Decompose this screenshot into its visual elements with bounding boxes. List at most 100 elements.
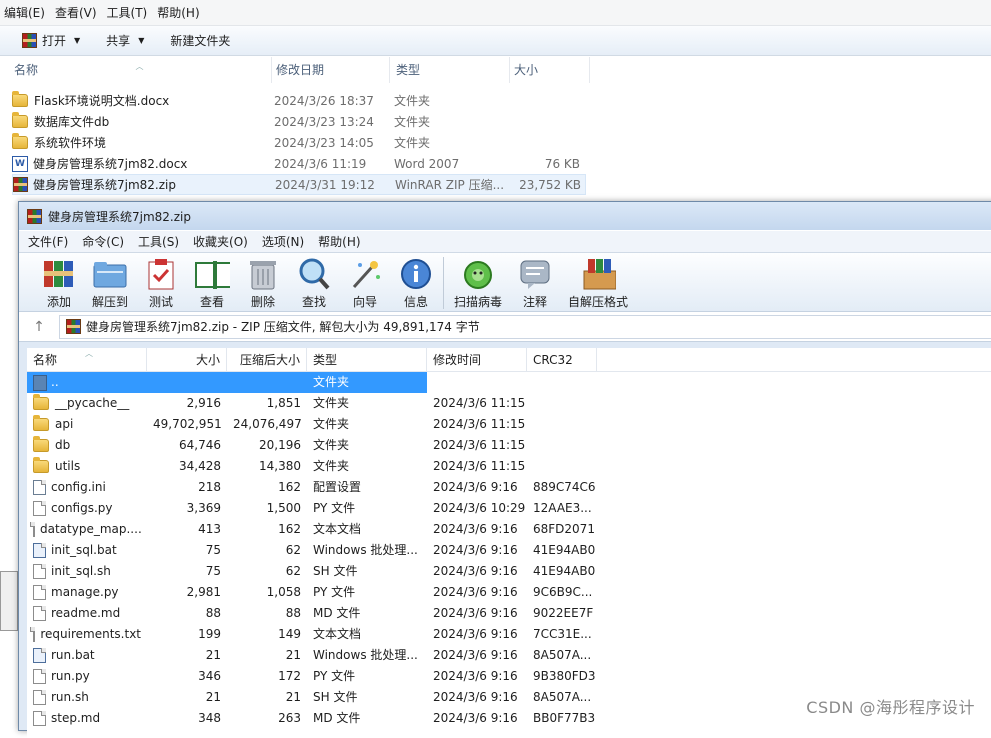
table-row[interactable]: init_sql.sh7562SH 文件2024/3/6 9:1641E94AB… [27,561,991,582]
cell-time: 2024/3/6 9:16 [427,519,527,540]
table-row-selected[interactable]: ..文件夹 [27,372,991,393]
col-date[interactable]: 修改日期 [272,57,390,83]
cell-time: 2024/3/6 10:29 [427,498,527,519]
cell-crc: 9022EE7F [527,603,597,624]
menu-options[interactable]: 选项(N) [253,233,309,250]
magic-wand-icon [347,257,383,291]
cell-name: .. [27,372,147,393]
cell-packed: 20,196 [227,435,307,456]
cell-crc: 41E94AB0 [527,561,597,582]
winrar-toolbar: 添加 解压到 测试 查看 删除 [19,252,991,312]
comment-button[interactable]: 注释 [517,257,553,310]
list-item[interactable]: 数据库文件db 2024/3/23 13:24 文件夹 [12,111,586,132]
table-row[interactable]: init_sql.bat7562Windows 批处理...2024/3/6 9… [27,540,991,561]
winrar-menubar: 文件(F) 命令(C) 工具(S) 收藏夹(O) 选项(N) 帮助(H) [19,230,991,252]
menu-edit[interactable]: 编辑(E) [0,4,51,21]
cell-time: 2024/3/6 11:15 [427,456,527,477]
wizard-button[interactable]: 向导 [347,257,383,310]
col-crc32[interactable]: CRC32 [527,348,597,371]
col-type[interactable]: 类型 [390,57,510,83]
archive-path-field[interactable]: 健身房管理系统7jm82.zip - ZIP 压缩文件, 解包大小为 49,89… [59,315,991,339]
cell-size: 64,746 [147,435,227,456]
cell-size: 2,981 [147,582,227,603]
table-row[interactable]: requirements.txt199149文本文档2024/3/6 9:167… [27,624,991,645]
cell-name: manage.py [27,582,147,603]
cell-crc: 8A507A... [527,645,597,666]
cell-time: 2024/3/6 11:15 [427,393,527,414]
cell-crc: 889C74C6 [527,477,597,498]
arrow-up-icon[interactable]: ↑ [19,319,59,335]
test-button[interactable]: 测试 [143,257,179,310]
col-packed[interactable]: 压缩后大小 [227,348,307,371]
folder-icon [12,136,28,149]
menu-file[interactable]: 文件(F) [19,233,73,250]
scan-virus-button[interactable]: 扫描病毒 [454,257,502,310]
new-folder-button[interactable]: 新建文件夹 [162,29,238,53]
col-size[interactable]: 大小 [147,348,227,371]
col-modified[interactable]: 修改时间 [427,348,527,371]
list-item-selected[interactable]: 健身房管理系统7jm82.zip 2024/3/31 19:12 WinRAR … [12,174,586,195]
sfx-button[interactable]: 自解压格式 [568,257,628,310]
cell-name: run.bat [27,645,147,666]
cell-type: Windows 批处理... [307,645,427,666]
table-row[interactable]: __pycache__2,9161,851文件夹2024/3/6 11:15 [27,393,991,414]
menu-help[interactable]: 帮助(H) [309,233,365,250]
extract-to-button[interactable]: 解压到 [92,257,128,310]
list-item[interactable]: 系统软件环境 2024/3/23 14:05 文件夹 [12,132,586,153]
table-row[interactable]: run.py346172PY 文件2024/3/6 9:169B380FD3 [27,666,991,687]
archive-column-header: 名称︿ 大小 压缩后大小 类型 修改时间 CRC32 [27,348,991,372]
cell-crc: 12AAE3... [527,498,597,519]
menu-tools[interactable]: 工具(T) [103,4,154,21]
view-button[interactable]: 查看 [194,257,230,310]
toolbar-separator [443,257,444,309]
table-row[interactable]: datatype_map....413162文本文档2024/3/6 9:166… [27,519,991,540]
cell-name: api [27,414,147,435]
table-row[interactable]: db64,74620,196文件夹2024/3/6 11:15 [27,435,991,456]
table-row[interactable]: config.ini218162配置设置2024/3/6 9:16889C74C… [27,477,991,498]
table-row[interactable]: api49,702,95124,076,497文件夹2024/3/6 11:15 [27,414,991,435]
col-size[interactable]: 大小 [510,57,590,83]
menu-favorites[interactable]: 收藏夹(O) [184,233,253,250]
open-button[interactable]: 打开 ▼ [14,29,88,53]
explorer-menubar: 编辑(E) 查看(V) 工具(T) 帮助(H) [0,0,991,26]
cell-time: 2024/3/6 9:16 [427,540,527,561]
folder-icon [33,439,49,452]
cell-size: 3,369 [147,498,227,519]
table-row[interactable]: readme.md8888MD 文件2024/3/6 9:169022EE7F [27,603,991,624]
add-button[interactable]: 添加 [41,257,77,310]
menu-help[interactable]: 帮助(H) [153,4,205,21]
col-type[interactable]: 类型 [307,348,427,371]
cell-name: run.sh [27,687,147,708]
find-button[interactable]: 查找 [296,257,332,310]
folder-icon [12,94,28,107]
col-name[interactable]: 名称︿ [27,348,147,371]
cell-size: 34,428 [147,456,227,477]
cell-packed [227,372,307,393]
col-name[interactable]: ︿ 名称 [0,57,272,83]
share-button[interactable]: 共享 ▼ [98,29,152,53]
table-row[interactable]: utils34,42814,380文件夹2024/3/6 11:15 [27,456,991,477]
cell-name: configs.py [27,498,147,519]
info-button[interactable]: 信息 [398,257,434,310]
file-icon [33,564,46,579]
cell-time: 2024/3/6 9:16 [427,603,527,624]
list-item[interactable]: W健身房管理系统7jm82.docx 2024/3/6 11:19 Word 2… [12,153,586,174]
table-row[interactable]: configs.py3,3691,500PY 文件2024/3/6 10:291… [27,498,991,519]
sort-up-icon: ︿ [136,54,144,80]
menu-tools[interactable]: 工具(S) [129,233,184,250]
table-row[interactable]: manage.py2,9811,058PY 文件2024/3/6 9:169C6… [27,582,991,603]
file-icon [33,501,46,516]
cell-type: PY 文件 [307,498,427,519]
winrar-titlebar[interactable]: 健身房管理系统7jm82.zip [19,202,991,230]
list-item[interactable]: Flask环境说明文档.docx 2024/3/26 18:37 文件夹 [12,90,586,111]
menu-view[interactable]: 查看(V) [51,4,103,21]
file-icon [33,606,46,621]
file-icon [33,585,46,600]
cell-packed: 1,500 [227,498,307,519]
delete-button[interactable]: 删除 [245,257,281,310]
trash-icon [245,257,281,291]
menu-commands[interactable]: 命令(C) [73,233,129,250]
cell-time: 2024/3/6 11:15 [427,414,527,435]
table-row[interactable]: run.bat2121Windows 批处理...2024/3/6 9:168A… [27,645,991,666]
file-icon [33,690,46,705]
